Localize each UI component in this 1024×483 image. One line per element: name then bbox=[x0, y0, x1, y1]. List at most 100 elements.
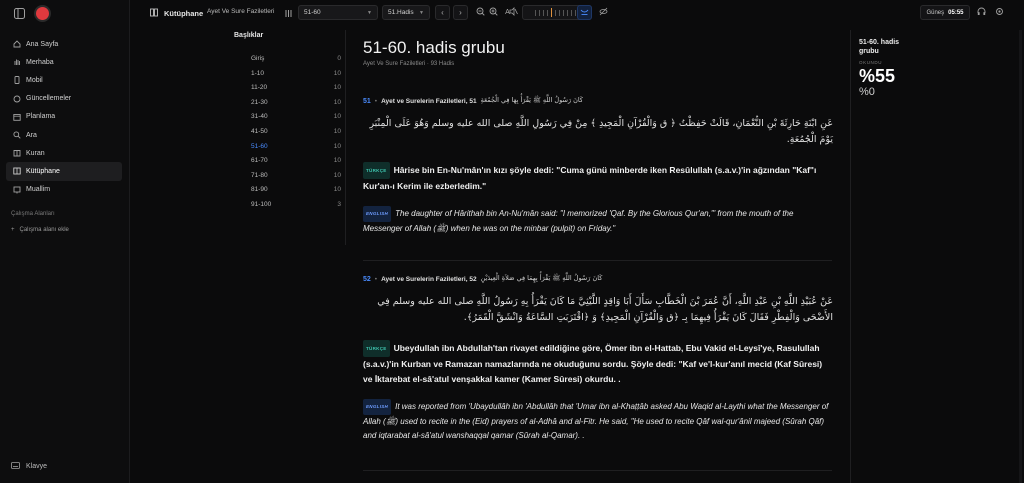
heading-count: 10 bbox=[333, 142, 341, 150]
headphones-button[interactable] bbox=[974, 5, 989, 20]
heading-count: 10 bbox=[333, 186, 341, 194]
english-tag: ENGLISH bbox=[363, 399, 392, 415]
hadith-select-value: 51.Hadis bbox=[388, 9, 414, 16]
divider bbox=[345, 30, 346, 245]
sun-label: Güneş bbox=[926, 9, 945, 16]
divider bbox=[363, 470, 832, 471]
heading-count: 10 bbox=[333, 157, 341, 165]
hide-button[interactable] bbox=[596, 5, 611, 20]
range-select-value: 51-60 bbox=[304, 9, 321, 16]
sidebar-item-planning[interactable]: Planlama bbox=[6, 108, 122, 126]
progress-secondary: %0 bbox=[859, 86, 875, 98]
heading-row[interactable]: 1-10 10 bbox=[234, 70, 346, 85]
heading-row[interactable]: 61-70 10 bbox=[234, 157, 346, 172]
sidebar-item-mobil[interactable]: Mobil bbox=[6, 71, 122, 89]
sidebar-toggle-icon[interactable] bbox=[12, 6, 26, 20]
headings-panel: Başlıklar Giriş 0 1-10 10 11-20 10 21-30 10 … bbox=[234, 32, 346, 216]
heading-count: 10 bbox=[333, 69, 341, 77]
calendar-icon bbox=[12, 112, 21, 121]
hadith-turkish-text: Ubeydullah ibn Abdullah'tan rivayet edil… bbox=[363, 343, 823, 384]
sidebar-item-search[interactable]: Ara bbox=[6, 126, 122, 144]
heading-row-active[interactable]: 51-60 10 bbox=[234, 143, 346, 158]
main-header: 51-60. hadis grubu Ayet Ve Sure Faziletl… bbox=[363, 38, 833, 67]
heading-row[interactable]: 31-40 10 bbox=[234, 113, 346, 128]
search-icon bbox=[12, 131, 21, 140]
heading-count: 3 bbox=[337, 200, 341, 208]
sidebar-item-merhaba[interactable]: Merhaba bbox=[6, 53, 122, 71]
sidebar-item-updates[interactable]: Güncellemeler bbox=[6, 90, 122, 108]
range-select[interactable]: 51-60 ▼ bbox=[298, 5, 378, 20]
hadith-select[interactable]: 51.Hadis ▼ bbox=[382, 5, 430, 20]
scrollbar[interactable] bbox=[1019, 30, 1022, 483]
hadith-turkish: TÜRKÇE Hârise bin En-Nu'mân'ın kızı şöyle… bbox=[363, 162, 833, 194]
mute-button[interactable] bbox=[506, 5, 521, 20]
hadith-header: 52 • Ayet ve Surelerin Faziletleri, 52 ك… bbox=[363, 274, 833, 284]
zoom-in-button[interactable] bbox=[486, 5, 501, 20]
heading-row[interactable]: 81-90 10 bbox=[234, 186, 346, 201]
topbar: Kütüphane Ayet Ve Sure Faziletleri 51-60… bbox=[130, 0, 1024, 26]
translation-toggle-button[interactable] bbox=[577, 5, 592, 20]
chevron-right-icon: › bbox=[459, 8, 462, 17]
heading-row[interactable]: 71-80 10 bbox=[234, 172, 346, 187]
heading-label: 81-90 bbox=[251, 186, 268, 194]
hadith-turkish-text: Hârise bin En-Nu'mân'ın kızı şöyle dedi:… bbox=[363, 165, 817, 191]
sidebar-item-label: Muallim bbox=[26, 186, 51, 194]
sidebar-item-label: Mobil bbox=[26, 76, 43, 84]
heading-label: 91-100 bbox=[251, 200, 272, 208]
heading-row[interactable]: 91-100 3 bbox=[234, 201, 346, 216]
hadith-arabic-title: كَانَ رَسُولُ اللَّهِ ﷺ يَقْرَأُ بِهِمَا… bbox=[480, 274, 603, 282]
sidebar-item-label: Merhaba bbox=[26, 58, 54, 66]
heading-label: 51-60 bbox=[251, 142, 268, 150]
hadith-card: 51 • Ayet ve Surelerin Faziletleri, 51 ك… bbox=[363, 96, 833, 236]
heading-label: 71-80 bbox=[251, 171, 268, 179]
hadith-turkish: TÜRKÇE Ubeydullah ibn Abdullah'tan rivaye… bbox=[363, 340, 833, 387]
headings-title: Başlıklar bbox=[234, 32, 264, 39]
sidebar: Ana Sayfa Merhaba Mobil Güncellemeler Pl… bbox=[0, 0, 130, 483]
next-button[interactable]: › bbox=[453, 5, 468, 20]
phone-icon bbox=[12, 76, 21, 85]
heading-count: 10 bbox=[333, 98, 341, 106]
progress-title: 51-60. hadis grubu bbox=[859, 39, 900, 55]
library-crumb[interactable]: Kütüphane bbox=[150, 8, 203, 19]
eye-off-icon bbox=[599, 7, 608, 18]
hadith-number[interactable]: 52 bbox=[363, 276, 371, 283]
sidebar-item-label: Güncellemeler bbox=[26, 95, 72, 103]
heading-label: 21-30 bbox=[251, 98, 268, 106]
book-title: Ayet Ve Sure Faziletleri bbox=[207, 8, 275, 15]
quran-icon bbox=[12, 149, 21, 158]
sidebar-item-library[interactable]: Kütüphane bbox=[6, 162, 122, 181]
sidebar-item-label: Planlama bbox=[26, 113, 56, 121]
heading-row[interactable]: 41-50 10 bbox=[234, 128, 346, 143]
heading-row[interactable]: 11-20 10 bbox=[234, 84, 346, 99]
progress-panel: 51-60. hadis grubu OKUNDU %55 %0 bbox=[859, 38, 939, 98]
divider bbox=[850, 30, 851, 483]
record-button[interactable] bbox=[36, 6, 49, 20]
keyboard-icon bbox=[11, 462, 20, 471]
hadith-english-text: It was reported from 'Ubaydullâh ibn 'Ab… bbox=[363, 402, 829, 440]
settings-button[interactable] bbox=[992, 5, 1007, 20]
chevron-down-icon: ▼ bbox=[367, 9, 372, 16]
heading-row[interactable]: 21-30 10 bbox=[234, 99, 346, 114]
hand-icon bbox=[12, 58, 21, 67]
gear-icon bbox=[995, 7, 1004, 18]
keyboard-button[interactable]: Klavye bbox=[11, 462, 47, 471]
sidebar-item-teacher[interactable]: Muallim bbox=[6, 181, 122, 199]
hadith-english: ENGLISH The daughter of Hârithah bin An-N… bbox=[363, 206, 833, 236]
hadith-arabic-title: كَانَ رَسُولُ اللَّهِ ﷺ يَقْرَأُ بِهَا ف… bbox=[480, 96, 583, 104]
home-icon bbox=[12, 40, 21, 49]
sidebar-item-quran[interactable]: Kuran bbox=[6, 144, 122, 162]
turkish-tag: TÜRKÇE bbox=[363, 340, 390, 357]
sidebar-item-home[interactable]: Ana Sayfa bbox=[6, 35, 122, 53]
heading-label: 31-40 bbox=[251, 113, 268, 121]
teacher-icon bbox=[12, 185, 21, 194]
chapters-icon[interactable] bbox=[282, 7, 294, 19]
separator-dot: • bbox=[374, 97, 378, 105]
hadith-number[interactable]: 51 bbox=[363, 98, 371, 105]
heading-count: 10 bbox=[333, 84, 341, 92]
translation-icon bbox=[580, 7, 589, 18]
previous-button[interactable]: ‹ bbox=[435, 5, 450, 20]
refresh-icon bbox=[12, 94, 21, 103]
add-workspace-button[interactable]: + Çalışma alanı ekle bbox=[11, 227, 69, 233]
heading-row[interactable]: Giriş 0 bbox=[234, 55, 346, 70]
sun-time: 05:55 bbox=[948, 9, 964, 16]
